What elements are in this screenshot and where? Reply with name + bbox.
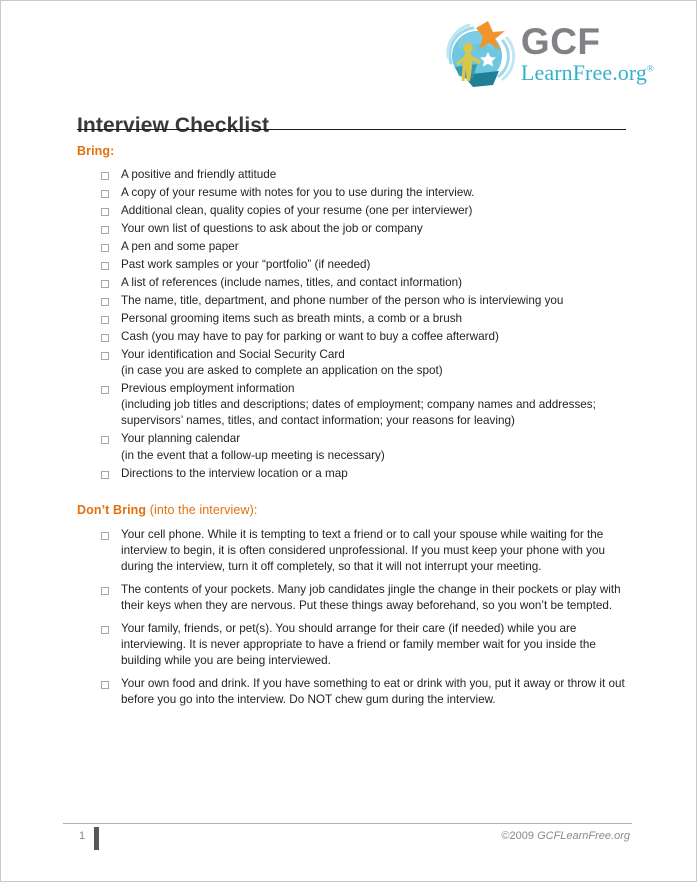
checkbox-icon[interactable] (101, 586, 109, 595)
checkbox-icon[interactable] (101, 680, 109, 689)
checkbox-icon[interactable] (101, 386, 109, 395)
checkbox-icon[interactable] (101, 316, 109, 325)
list-item-label: Personal grooming items such as breath m… (121, 312, 463, 326)
checkbox-icon[interactable] (101, 262, 109, 271)
registered-trademark-icon: ® (647, 63, 654, 74)
section-heading-bring: Bring: (77, 144, 626, 158)
checkbox-icon[interactable] (101, 208, 109, 217)
list-item[interactable]: Your planning calendar (in the event that… (77, 431, 626, 463)
list-item[interactable]: Your own list of questions to ask about … (77, 221, 626, 237)
list-item-label: Your own food and drink. If you have som… (121, 676, 625, 706)
page-footer: 1 ©2009 GCFLearnFree.org (63, 825, 632, 853)
checklist-content: Bring: A positive and friendly attitude … (77, 144, 626, 715)
checklist-bring: A positive and friendly attitude A copy … (77, 167, 626, 482)
title-divider (77, 129, 626, 130)
list-item-label: Your planning calendar (in the event that… (121, 431, 626, 463)
checkbox-icon[interactable] (101, 436, 109, 445)
copyright-brand: GCFLearnFree.org (537, 830, 630, 842)
list-item-sublabel: (including job titles and descriptions; … (121, 398, 596, 428)
list-item[interactable]: Your identification and Social Security … (77, 347, 626, 379)
list-item-label: Cash (you may have to pay for parking or… (121, 330, 499, 344)
gcf-globe-icon (443, 19, 517, 91)
list-item[interactable]: Your own food and drink. If you have som… (77, 676, 626, 708)
list-item-label: Your own list of questions to ask about … (121, 222, 423, 236)
list-item-label: The contents of your pockets. Many job c… (121, 582, 621, 612)
list-item-label: A positive and friendly attitude (121, 168, 277, 181)
logo-learnfree-text: LearnFree.org® (520, 59, 654, 85)
list-item[interactable]: The name, title, department, and phone n… (77, 293, 626, 309)
logo-gcf-text: GCF (520, 21, 601, 63)
page-title: Interview Checklist (77, 114, 270, 138)
list-item[interactable]: Additional clean, quality copies of your… (77, 203, 626, 219)
checkbox-icon[interactable] (101, 244, 109, 253)
list-item-label: Past work samples or your “portfolio” (i… (121, 258, 371, 272)
section-heading-dont-bring-light: (into the interview): (146, 502, 258, 517)
list-item-label: A list of references (include names, tit… (121, 276, 463, 290)
list-item[interactable]: Cash (you may have to pay for parking or… (77, 329, 626, 345)
checkbox-icon[interactable] (101, 334, 109, 343)
list-item[interactable]: A pen and some paper (77, 239, 626, 255)
checkbox-icon[interactable] (101, 226, 109, 235)
checkbox-icon[interactable] (101, 298, 109, 307)
list-item[interactable]: Previous employment information (includin… (77, 381, 626, 429)
list-item-label: Additional clean, quality copies of your… (121, 204, 473, 218)
list-item[interactable]: Your cell phone. While it is tempting to… (77, 527, 626, 575)
logo-wordmark: GCF LearnFree.org® (520, 21, 654, 85)
checkbox-icon[interactable] (101, 172, 109, 180)
checkbox-icon[interactable] (101, 625, 109, 634)
page-number: 1 (79, 830, 86, 842)
list-item[interactable]: A list of references (include names, tit… (77, 275, 626, 291)
list-item[interactable]: The contents of your pockets. Many job c… (77, 582, 626, 614)
section-heading-dont-bring: Don’t Bring (into the interview): (77, 503, 626, 517)
checkbox-icon[interactable] (101, 280, 109, 289)
list-item[interactable]: A copy of your resume with notes for you… (77, 185, 626, 201)
list-item-label: A copy of your resume with notes for you… (121, 186, 475, 200)
checkbox-icon[interactable] (101, 190, 109, 199)
list-item[interactable]: Personal grooming items such as breath m… (77, 311, 626, 327)
document-page: GCF LearnFree.org® Interview Checklist B… (0, 0, 697, 882)
list-item[interactable]: Your family, friends, or pet(s). You sho… (77, 621, 626, 669)
gcf-learnfree-logo: GCF LearnFree.org® (443, 19, 654, 91)
list-item[interactable]: Directions to the interview location or … (77, 466, 626, 482)
footer-accent-bar (94, 827, 99, 850)
list-item-sublabel: (in the event that a follow-up meeting i… (121, 448, 385, 462)
list-item-label: Your identification and Social Security … (121, 347, 626, 379)
list-item-sublabel: (in case you are asked to complete an ap… (121, 364, 443, 378)
section-heading-bring-strong: Bring: (77, 144, 115, 158)
list-item[interactable]: A positive and friendly attitude (77, 167, 626, 183)
list-item[interactable]: Past work samples or your “portfolio” (i… (77, 257, 626, 273)
list-item-label: Your cell phone. While it is tempting to… (121, 527, 606, 573)
checkbox-icon[interactable] (101, 531, 109, 540)
list-item-label: Your family, friends, or pet(s). You sho… (121, 621, 596, 667)
list-item-label: A pen and some paper (121, 240, 239, 254)
list-item-label: Directions to the interview location or … (121, 466, 348, 480)
copyright-notice: ©2009 GCFLearnFree.org (501, 830, 630, 842)
list-item-label: The name, title, department, and phone n… (121, 294, 564, 308)
checkbox-icon[interactable] (101, 470, 109, 479)
checkbox-icon[interactable] (101, 352, 109, 361)
list-item-label: Previous employment information (includin… (121, 381, 626, 429)
footer-divider (63, 823, 632, 824)
section-heading-dont-bring-strong: Don’t Bring (77, 502, 147, 517)
checklist-dont-bring: Your cell phone. While it is tempting to… (77, 527, 626, 708)
